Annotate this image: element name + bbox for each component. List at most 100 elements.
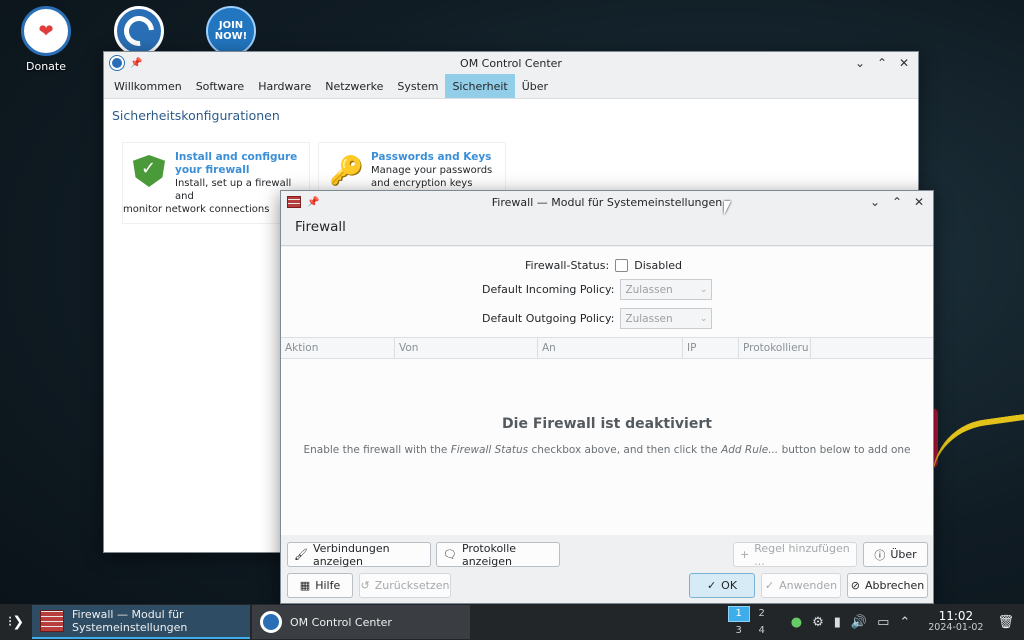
firewall-status-checkbox[interactable] (615, 259, 629, 272)
status-row: Firewall-Status: Disabled (525, 259, 682, 272)
wallpaper-decoration-cable (924, 412, 1024, 488)
undo-icon: ↺ (360, 579, 370, 592)
tab-sicherheit[interactable]: Sicherheit (445, 74, 515, 98)
incoming-policy-select[interactable]: Zulassen ⌄ (620, 279, 713, 300)
trash-icon[interactable]: 🗑 (997, 615, 1014, 630)
incoming-label: Default Incoming Policy: (482, 283, 615, 296)
clock-date: 2024-01-02 (928, 622, 984, 633)
desktop-3[interactable]: 3 (728, 623, 750, 639)
fw-titlebar[interactable]: 📌 Firewall — Modul für Systemeinstellung… (281, 191, 933, 213)
minimize-button[interactable]: ⌄ (869, 195, 881, 209)
maximize-button[interactable]: ⌃ (876, 56, 888, 70)
maximize-button[interactable]: ⌃ (891, 195, 903, 209)
settings-icon[interactable]: ⚙ (812, 615, 824, 630)
clock[interactable]: 11:02 2024-01-02 (928, 610, 983, 634)
column-header-protokoll[interactable]: Protokollieru (739, 338, 811, 358)
add-rule-button[interactable]: + Regel hinzufügen ... (733, 542, 857, 568)
chevron-down-icon: ⌄ (699, 313, 708, 324)
tab-ueber[interactable]: Über (515, 74, 555, 98)
firewall-window: 📌 Firewall — Modul für Systemeinstellung… (280, 190, 934, 604)
comment-icon: 🗨 (443, 548, 457, 561)
tab-willkommen[interactable]: Willkommen (107, 74, 189, 98)
help-icon: ▦ (299, 579, 311, 592)
card-desc: Manage your passwords (371, 165, 493, 176)
desktop-4[interactable]: 4 (751, 623, 773, 639)
firewall-app-icon (40, 610, 64, 632)
module-header: Firewall (281, 213, 933, 246)
card-desc: and encryption keys (371, 178, 473, 189)
keys-icon: 🔑 (329, 154, 364, 187)
desktop-1[interactable]: 1 (727, 605, 750, 622)
chevron-up-icon[interactable]: ⌃ (899, 615, 910, 630)
firewall-body: Firewall-Status: Disabled Default Incomi… (281, 247, 933, 535)
apply-button[interactable]: ✓ Anwenden (761, 573, 841, 598)
tab-software[interactable]: Software (189, 74, 252, 98)
check-icon: ✓ (706, 579, 717, 592)
help-button[interactable]: ▦ Hilfe (287, 573, 353, 598)
empty-state-title: Die Firewall ist deaktiviert (502, 416, 712, 432)
shield-check-icon (133, 155, 165, 187)
pin-icon[interactable]: 📌 (307, 197, 319, 208)
card-title: your firewall (175, 164, 250, 176)
card-title: Install and configure (175, 151, 298, 163)
column-header-von[interactable]: Von (395, 338, 538, 358)
about-button[interactable]: ⓘ Über (863, 542, 928, 567)
card-title: Passwords and Keys (371, 151, 492, 163)
om-tab-bar: Willkommen Software Hardware Netzwerke S… (104, 74, 918, 99)
ok-button[interactable]: ✓ OK (689, 573, 755, 598)
desktop-icon-join[interactable]: JOIN NOW! (201, 6, 261, 56)
om-titlebar[interactable]: 📌 OM Control Center ⌄ ⌃ ✕ (104, 52, 918, 74)
column-header-ip[interactable]: IP (683, 338, 739, 358)
desktop-icon-om[interactable] (109, 6, 169, 56)
tab-netzwerke[interactable]: Netzwerke (318, 74, 390, 98)
outgoing-policy-select[interactable]: Zulassen ⌄ (620, 308, 713, 329)
join-now-icon: JOIN NOW! (206, 6, 256, 56)
tab-hardware[interactable]: Hardware (251, 74, 318, 98)
desktop-icon-donate[interactable]: ❤ Donate (16, 6, 76, 73)
column-header-an[interactable]: An (538, 338, 683, 358)
desktop-2[interactable]: 2 (751, 606, 773, 622)
status-value: Disabled (634, 259, 683, 272)
reset-button[interactable]: ↺ Zurücksetzen (359, 573, 451, 598)
app-launcher-icon[interactable]: ⁝❯ (0, 604, 32, 640)
taskbar: ⁝❯ Firewall — Modul für Systemeinstellung… (0, 604, 1024, 640)
info-icon: ⓘ (874, 548, 886, 562)
rules-table-header: Aktion Von An IP Protokollieru (281, 337, 933, 359)
desktop-icon-label: Donate (26, 60, 66, 73)
plus-icon: + (740, 548, 750, 561)
outgoing-row: Default Outgoing Policy: Zulassen ⌄ (482, 308, 713, 329)
volume-icon[interactable]: 🔊 (851, 615, 867, 630)
close-button[interactable]: ✕ (913, 195, 925, 209)
card-desc: monitor network connections (123, 204, 270, 215)
tab-system[interactable]: System (390, 74, 445, 98)
om-app-icon[interactable] (110, 56, 124, 70)
pin-icon[interactable]: 📌 (130, 58, 142, 69)
column-header-aktion[interactable]: Aktion (281, 338, 395, 358)
task-firewall[interactable]: Firewall — Modul für Systemeinstellungen (32, 605, 250, 639)
donate-heart-icon: ❤ (21, 6, 71, 56)
incoming-row: Default Incoming Policy: Zulassen ⌄ (482, 279, 713, 300)
chevron-down-icon: ⌄ (699, 284, 708, 295)
page-title: Sicherheitskonfigurationen (112, 108, 280, 123)
color-picker-icon[interactable]: ● (791, 615, 802, 630)
om-app-icon (260, 611, 282, 633)
system-tray: ● ⚙ ▮ 🔊 ▭ ⌃ (791, 615, 911, 630)
minimize-button[interactable]: ⌄ (854, 56, 866, 70)
display-icon[interactable]: ▭ (877, 615, 889, 630)
empty-state-message: Enable the firewall with the Firewall St… (303, 444, 911, 456)
status-label: Firewall-Status: (525, 259, 610, 272)
check-icon: ✓ (764, 579, 775, 592)
show-connections-button[interactable]: 🖌 Verbindungen anzeigen (287, 542, 431, 568)
show-logs-button[interactable]: 🗨 Protokolle anzeigen (436, 542, 560, 568)
om-logo-icon (114, 6, 164, 56)
outgoing-label: Default Outgoing Policy: (482, 312, 615, 325)
battery-icon[interactable]: ▮ (834, 615, 841, 630)
brush-icon: 🖌 (294, 548, 308, 561)
cancel-button[interactable]: ⊘ Abbrechen (847, 573, 928, 598)
window-title: OM Control Center (460, 56, 562, 70)
close-button[interactable]: ✕ (898, 56, 910, 70)
cancel-icon: ⊘ (850, 579, 860, 592)
firewall-app-icon[interactable] (287, 196, 301, 208)
task-om-control-center[interactable]: OM Control Center (252, 605, 470, 639)
mouse-cursor (724, 201, 731, 215)
